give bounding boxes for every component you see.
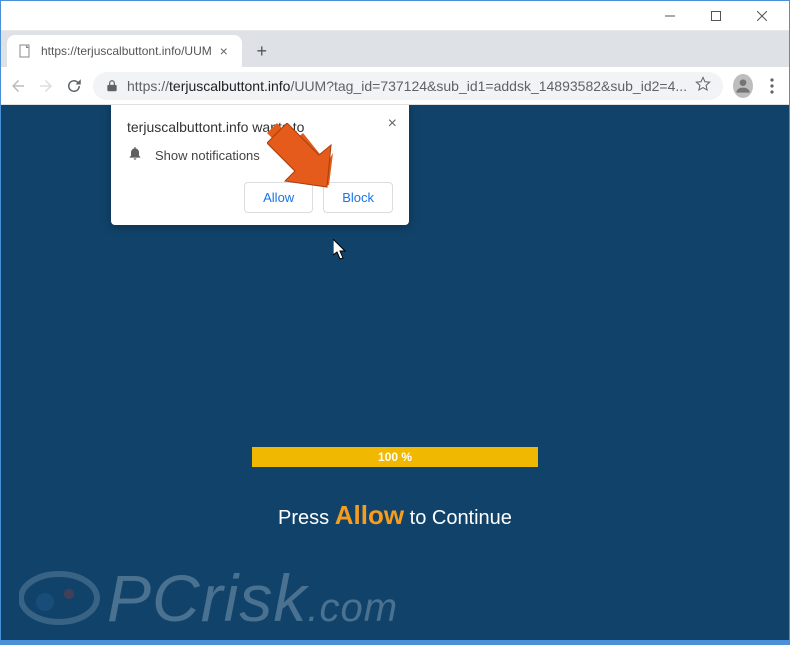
popup-title: terjuscalbuttont.info wants to bbox=[127, 119, 393, 135]
pointer-arrow-icon-shape bbox=[267, 123, 333, 189]
page-favicon bbox=[17, 43, 33, 59]
page-content: × terjuscalbuttont.info wants to Show no… bbox=[1, 105, 789, 644]
url-scheme: https:// bbox=[127, 78, 169, 94]
window-titlebar bbox=[1, 1, 789, 31]
popup-text: Show notifications bbox=[155, 148, 260, 163]
browser-tab[interactable]: https://terjuscalbuttont.info/UUM × bbox=[7, 35, 242, 67]
popup-buttons: Allow Block bbox=[127, 182, 393, 213]
page-message: Press Allow to Continue bbox=[1, 500, 789, 531]
watermark-logo-icon bbox=[19, 564, 101, 632]
tab-bar: https://terjuscalbuttont.info/UUM × + bbox=[1, 31, 789, 67]
popup-close-button[interactable]: × bbox=[388, 115, 397, 133]
close-window-button[interactable] bbox=[739, 2, 785, 30]
tab-title: https://terjuscalbuttont.info/UUM bbox=[41, 44, 212, 58]
tab-close-button[interactable]: × bbox=[216, 43, 232, 59]
bookmark-star-icon[interactable] bbox=[695, 76, 711, 95]
progress-bar: 100 % bbox=[252, 447, 538, 467]
kebab-icon bbox=[770, 78, 774, 94]
url-text: https://terjuscalbuttont.info/UUM?tag_id… bbox=[127, 78, 687, 94]
msg-allow: Allow bbox=[335, 500, 404, 530]
back-button[interactable] bbox=[9, 74, 27, 98]
minimize-button[interactable] bbox=[647, 2, 693, 30]
mouse-cursor-icon bbox=[333, 239, 349, 261]
url-field[interactable]: https://terjuscalbuttont.info/UUM?tag_id… bbox=[93, 72, 723, 100]
url-path: /UUM?tag_id=737124&sub_id1=addsk_1489358… bbox=[290, 78, 687, 94]
popup-row: Show notifications bbox=[127, 145, 393, 166]
msg-post: to Continue bbox=[404, 507, 512, 529]
lock-icon bbox=[105, 79, 119, 93]
maximize-icon bbox=[711, 11, 721, 21]
reload-button[interactable] bbox=[65, 74, 83, 98]
notification-permission-popup: × terjuscalbuttont.info wants to Show no… bbox=[111, 105, 409, 225]
forward-button[interactable] bbox=[37, 74, 55, 98]
wm-dotcom: .com bbox=[307, 586, 398, 630]
profile-avatar[interactable] bbox=[733, 74, 753, 98]
wm-c: C bbox=[152, 561, 201, 635]
watermark-text: PCrisk.com bbox=[107, 560, 398, 636]
close-icon bbox=[757, 11, 767, 21]
arrow-right-icon bbox=[37, 77, 55, 95]
reload-icon bbox=[65, 77, 83, 95]
watermark: PCrisk.com bbox=[19, 560, 771, 636]
msg-pre: Press bbox=[278, 507, 335, 529]
bell-icon bbox=[127, 145, 143, 166]
window-controls bbox=[647, 2, 785, 30]
maximize-button[interactable] bbox=[693, 2, 739, 30]
block-button[interactable]: Block bbox=[323, 182, 393, 213]
new-tab-button[interactable]: + bbox=[248, 37, 276, 65]
minimize-icon bbox=[665, 11, 675, 21]
wm-p: P bbox=[107, 561, 152, 635]
arrow-left-icon bbox=[9, 77, 27, 95]
user-icon bbox=[733, 76, 753, 96]
wm-risk: risk bbox=[201, 561, 308, 635]
progress-label: 100 % bbox=[378, 450, 412, 464]
address-bar: https://terjuscalbuttont.info/UUM?tag_id… bbox=[1, 67, 789, 105]
url-domain: terjuscalbuttont.info bbox=[169, 78, 290, 94]
browser-menu-button[interactable] bbox=[763, 74, 781, 98]
window-border-accent bbox=[1, 640, 789, 644]
